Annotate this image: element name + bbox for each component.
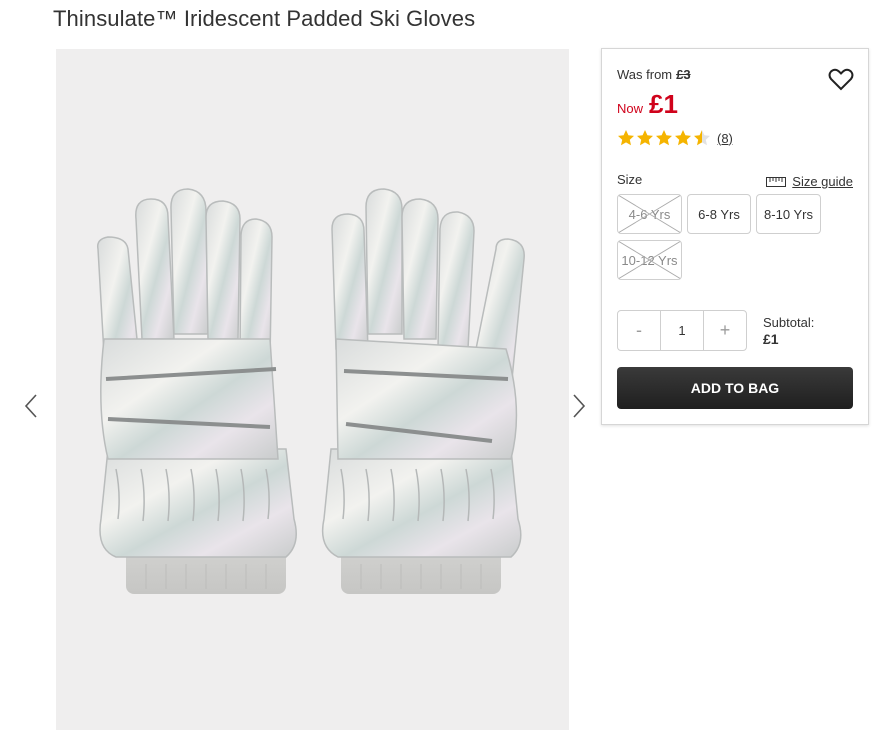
- subtotal-value: £1: [763, 331, 779, 347]
- now-label: Now: [617, 101, 644, 116]
- product-image[interactable]: [56, 49, 569, 730]
- unavailable-cross-icon: [618, 195, 681, 233]
- gloves-illustration: [96, 188, 525, 594]
- quantity-decrease-button[interactable]: -: [618, 311, 660, 350]
- now-price: £1: [649, 89, 678, 119]
- quantity-increase-button[interactable]: +: [704, 311, 746, 350]
- was-price-row: Was from £3: [617, 67, 691, 82]
- was-label: Was from: [617, 67, 673, 82]
- add-to-bag-button[interactable]: ADD TO BAG: [617, 367, 853, 409]
- chevron-left-icon[interactable]: [20, 390, 44, 422]
- subtotal: Subtotal: £1: [763, 314, 814, 348]
- review-count-link[interactable]: (8): [717, 131, 733, 146]
- rating: (8): [617, 129, 733, 147]
- chevron-right-icon[interactable]: [568, 390, 592, 422]
- star-icon: [694, 130, 710, 146]
- now-price-row: Now £1: [617, 89, 678, 120]
- star-icon: [618, 130, 634, 146]
- star-icon: [656, 130, 672, 146]
- was-price: £3: [676, 67, 691, 82]
- size-option-10-12[interactable]: 10-12 Yrs: [617, 240, 682, 280]
- size-guide-label: Size guide: [792, 174, 853, 189]
- subtotal-label: Subtotal:: [763, 315, 815, 330]
- product-title: Thinsulate™ Iridescent Padded Ski Gloves: [53, 6, 476, 31]
- unavailable-cross-icon: [618, 241, 681, 279]
- quantity-stepper: - 1 +: [617, 310, 747, 351]
- star-icon: [675, 130, 691, 146]
- size-guide-link[interactable]: Size guide: [766, 174, 853, 189]
- size-option-label: 6-8 Yrs: [698, 206, 740, 222]
- buy-box: Was from£3 Now £1 (8) Size Size guide 4-…: [601, 48, 869, 425]
- size-label: Size: [617, 172, 643, 187]
- heart-icon[interactable]: [826, 64, 856, 94]
- size-option-label: 8-10 Yrs: [764, 206, 813, 222]
- size-option-6-8[interactable]: 6-8 Yrs: [687, 194, 751, 234]
- ruler-icon: [766, 176, 787, 187]
- size-option-8-10[interactable]: 8-10 Yrs: [756, 194, 821, 234]
- star-icon: [637, 130, 653, 146]
- star-rating: [617, 129, 711, 147]
- quantity-input[interactable]: 1: [660, 311, 704, 350]
- size-option-4-6[interactable]: 4-6 Yrs: [617, 194, 682, 234]
